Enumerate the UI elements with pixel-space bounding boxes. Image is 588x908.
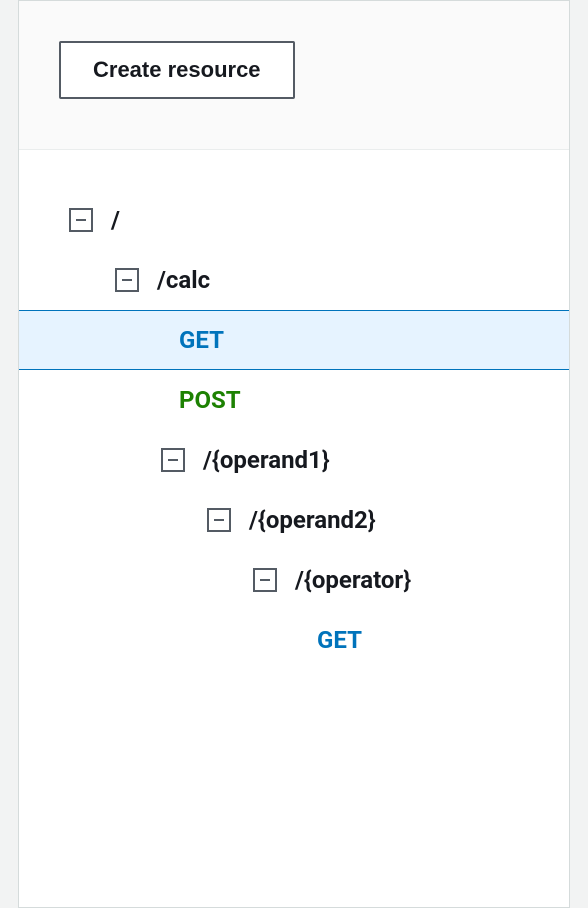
collapse-icon[interactable] [253, 568, 277, 592]
method-label: POST [179, 386, 241, 414]
tree-row-calc-get[interactable]: GET [19, 310, 569, 370]
collapse-icon[interactable] [69, 208, 93, 232]
tree-row-operand2[interactable]: /{operand2} [19, 490, 569, 550]
collapse-icon[interactable] [207, 508, 231, 532]
tree-row-operator-get[interactable]: GET [19, 610, 569, 670]
collapse-icon[interactable] [161, 448, 185, 472]
tree-row-calc-post[interactable]: POST [19, 370, 569, 430]
resource-label: /{operator} [295, 566, 411, 594]
collapse-icon[interactable] [115, 268, 139, 292]
tree-row-operator[interactable]: /{operator} [19, 550, 569, 610]
method-label: GET [317, 626, 362, 654]
tree-row-root[interactable]: / [19, 190, 569, 250]
create-resource-button[interactable]: Create resource [59, 41, 295, 99]
resource-tree: / /calc GET POST /{operand1} /{operand2} /{ope… [19, 150, 569, 670]
resource-label: /calc [157, 266, 210, 294]
resource-label: / [111, 206, 120, 234]
tree-row-calc[interactable]: /calc [19, 250, 569, 310]
toolbar: Create resource [19, 1, 569, 150]
resource-label: /{operand2} [249, 506, 376, 534]
method-label: GET [179, 326, 224, 354]
resource-panel: Create resource / /calc GET POST /{operand1}… [18, 0, 570, 908]
resource-label: /{operand1} [203, 446, 330, 474]
tree-row-operand1[interactable]: /{operand1} [19, 430, 569, 490]
